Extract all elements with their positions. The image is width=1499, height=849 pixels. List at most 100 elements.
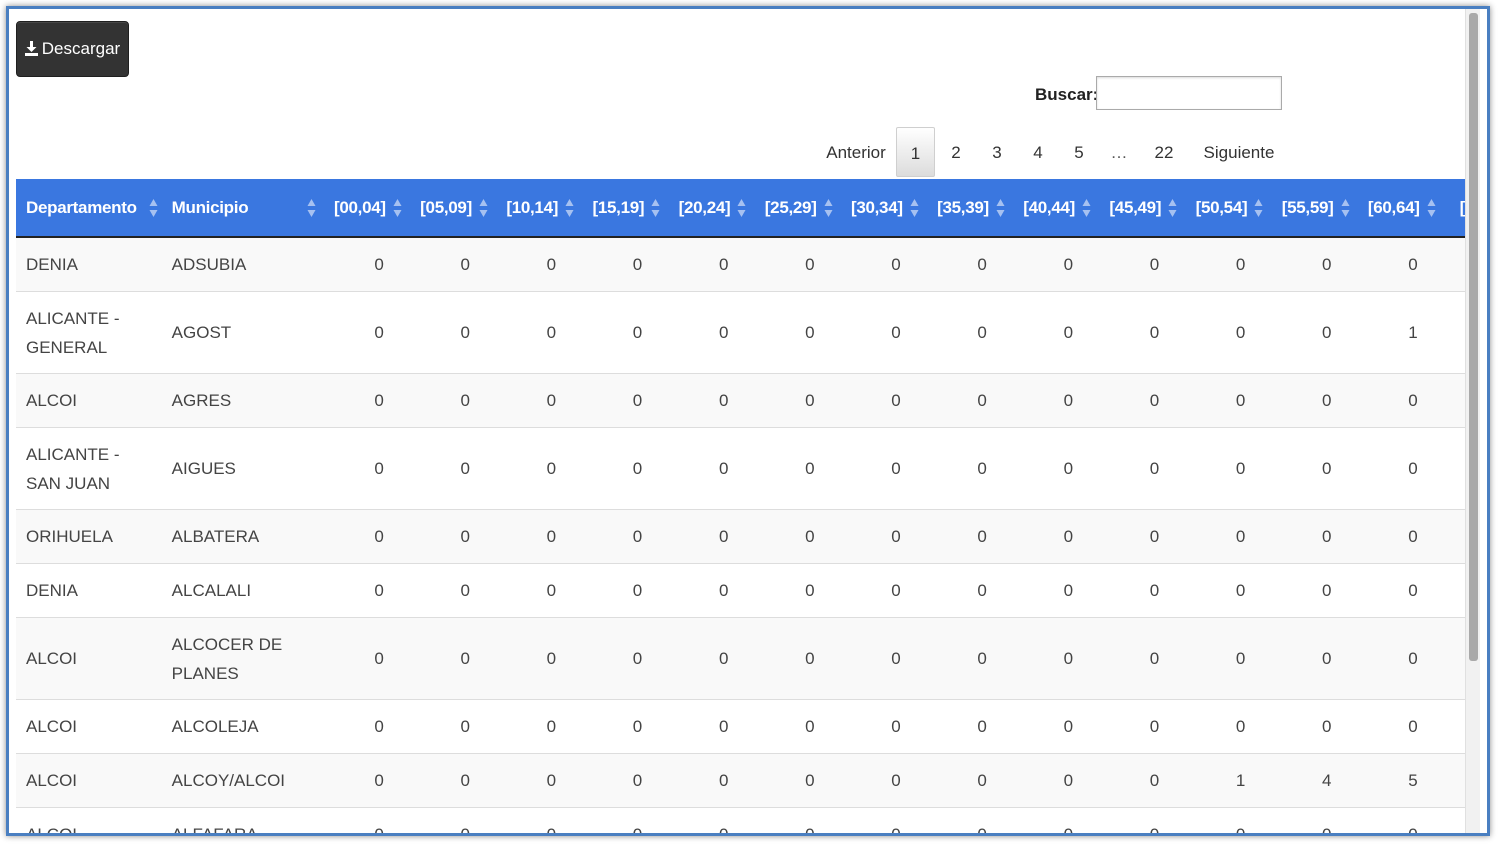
cell-value: 0	[1095, 509, 1182, 564]
download-button[interactable]: Descargar	[16, 21, 129, 77]
table-row[interactable]: ALCOI ALCOCER DE PLANES 0 0 0 0 0 0 0 0 0 0 0 0 0	[16, 617, 1465, 700]
cell-value: 0	[1267, 427, 1354, 510]
page-frame: Descargar Buscar: Anterior 1 2 3 4 5 … 2…	[6, 6, 1490, 836]
cell-value: 0	[491, 753, 579, 808]
pagination-page-2[interactable]: 2	[946, 127, 966, 177]
column-header[interactable]: [10,14]	[491, 179, 579, 238]
column-header[interactable]: [60,64]	[1353, 179, 1440, 238]
cell-value: 0	[405, 807, 492, 833]
cell-value: 0	[750, 427, 837, 510]
cell-value: 0	[1267, 807, 1354, 833]
cell-value: 0	[1095, 807, 1182, 833]
cell-value: 0	[836, 617, 923, 700]
cell-departamento: DENIA	[16, 563, 162, 618]
vertical-scrollbar[interactable]	[1465, 9, 1480, 833]
cell-value: 0	[836, 563, 923, 618]
cell-value: 0	[1181, 427, 1268, 510]
pagination-page-1[interactable]: 1	[896, 127, 935, 177]
cell-value	[1439, 427, 1465, 510]
column-header-label: [55,59]	[1281, 197, 1334, 217]
cell-value: 0	[319, 427, 406, 510]
cell-value: 0	[578, 753, 665, 808]
cell-value: 0	[1353, 236, 1440, 292]
column-header[interactable]: [20,24]	[664, 179, 751, 238]
cell-municipio: ALCOY/ALCOI	[161, 753, 320, 808]
cell-value: 0	[1267, 509, 1354, 564]
cell-value: 0	[405, 236, 492, 292]
cell-value: 0	[578, 563, 665, 618]
cell-value: 0	[405, 563, 492, 618]
pagination-page-4[interactable]: 4	[1028, 127, 1048, 177]
column-header[interactable]: Departamento	[16, 179, 162, 238]
sort-icon	[1341, 199, 1349, 217]
cell-value: 0	[1353, 509, 1440, 564]
cell-value: 0	[405, 427, 492, 510]
pagination-ellipsis: …	[1110, 143, 1128, 162]
cell-value: 0	[1353, 427, 1440, 510]
cell-value: 0	[922, 563, 1009, 618]
column-header-label: [05,09]	[420, 197, 472, 217]
table-row[interactable]: ALICANTE - GENERAL AGOST 0 0 0 0 0 0 0 0 0 0 0 0 1	[16, 291, 1465, 374]
data-table: Departamento Municipio [00,04] [05,09] [10,1…	[16, 179, 1465, 833]
cell-value: 0	[1008, 617, 1096, 700]
column-header[interactable]: [45,49]	[1095, 179, 1182, 238]
search-input[interactable]	[1096, 76, 1282, 110]
cell-value: 0	[1181, 236, 1268, 292]
pagination-next[interactable]: Siguiente	[1203, 127, 1275, 177]
column-header[interactable]: [35,39]	[922, 179, 1009, 238]
cell-value: 0	[750, 617, 837, 700]
column-header-label: [20,24]	[678, 197, 731, 217]
table-row[interactable]: ALCOI AGRES 0 0 0 0 0 0 0 0 0 0 0 0 0	[16, 373, 1465, 428]
column-header[interactable]: [40,44]	[1008, 179, 1096, 238]
table-row[interactable]: DENIA ADSUBIA 0 0 0 0 0 0 0 0 0 0 0 0 0	[16, 236, 1465, 292]
cell-value: 0	[750, 509, 837, 564]
download-icon	[24, 41, 38, 56]
table-row[interactable]: DENIA ALCALALI 0 0 0 0 0 0 0 0 0 0 0 0 0	[16, 563, 1465, 618]
cell-value: 0	[405, 509, 492, 564]
column-header[interactable]: [30,34]	[836, 179, 923, 238]
cell-value: 0	[1181, 807, 1268, 833]
pagination-previous[interactable]: Anterior	[823, 127, 889, 177]
column-header[interactable]: Municipio	[161, 179, 320, 238]
column-header[interactable]: [00,04]	[319, 179, 406, 238]
pagination-page-3[interactable]: 3	[987, 127, 1007, 177]
cell-municipio: AGRES	[161, 373, 320, 428]
pagination-page-5[interactable]: 5	[1069, 127, 1089, 177]
table-row[interactable]: ALCOIALFAFARA0000000000000	[16, 807, 1465, 833]
table-row[interactable]: ORIHUELA ALBATERA 0 0 0 0 0 0 0 0 0 0 0 0 0	[16, 509, 1465, 564]
download-button-label: Descargar	[41, 39, 121, 58]
column-header[interactable]: [65,69	[1439, 179, 1465, 238]
cell-value: 0	[664, 807, 751, 833]
cell-municipio: ALCOLEJA	[161, 699, 320, 754]
cell-value: 0	[1095, 699, 1182, 754]
cell-value: 0	[578, 807, 665, 833]
cell-value: 0	[578, 509, 665, 564]
cell-value: 0	[922, 236, 1009, 292]
content-area: Descargar Buscar: Anterior 1 2 3 4 5 … 2…	[9, 9, 1465, 833]
column-header[interactable]: [25,29]	[750, 179, 837, 238]
cell-value: 0	[836, 236, 923, 292]
cell-value: 0	[664, 236, 751, 292]
table-row[interactable]: ALICANTE - SAN JUAN AIGUES 0 0 0 0 0 0 0 0 0 0 0 0 0	[16, 427, 1465, 510]
cell-value: 0	[1353, 373, 1440, 428]
cell-value: 0	[1181, 563, 1268, 618]
cell-departamento: ALICANTE - GENERAL	[16, 291, 162, 374]
cell-value: 0	[1008, 699, 1096, 754]
cell-value: 0	[491, 807, 579, 833]
table-row[interactable]: ALCOI ALCOY/ALCOI 0 0 0 0 0 0 0 0 0 0 1 4 5	[16, 753, 1465, 808]
cell-departamento: ALCOI	[16, 373, 162, 428]
scrollbar-thumb[interactable]	[1469, 13, 1478, 661]
cell-value: 0	[922, 427, 1009, 510]
cell-value	[1439, 509, 1465, 564]
pagination-page-22[interactable]: 22	[1152, 127, 1176, 177]
search-label: Buscar:	[1035, 85, 1099, 104]
column-header[interactable]: [55,59]	[1267, 179, 1354, 238]
cell-value	[1439, 699, 1465, 754]
column-header[interactable]: [15,19]	[578, 179, 665, 238]
column-header[interactable]: [05,09]	[405, 179, 492, 238]
cell-departamento: ALCOI	[16, 753, 162, 808]
cell-value: 0	[664, 373, 751, 428]
cell-municipio: ALBATERA	[161, 509, 320, 564]
column-header[interactable]: [50,54]	[1181, 179, 1268, 238]
table-row[interactable]: ALCOI ALCOLEJA 0 0 0 0 0 0 0 0 0 0 0 0 0	[16, 699, 1465, 754]
